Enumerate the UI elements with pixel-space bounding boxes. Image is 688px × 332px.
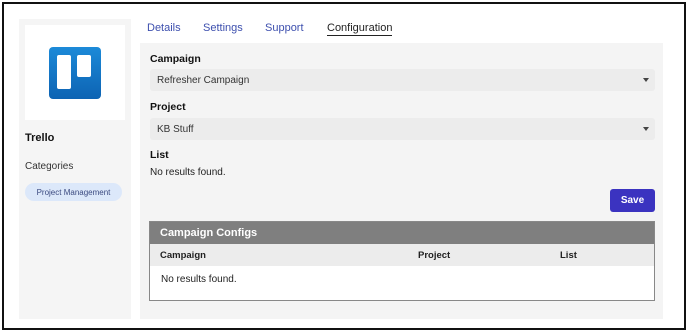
app-logo-container	[25, 25, 125, 120]
tab-settings[interactable]: Settings	[203, 22, 243, 34]
chevron-down-icon	[643, 127, 649, 131]
app-name: Trello	[25, 132, 55, 144]
column-header-list: List	[560, 250, 577, 261]
app-frame: Trello Categories Project Management Det…	[2, 2, 686, 330]
list-label: List	[150, 149, 169, 161]
categories-label: Categories	[25, 161, 74, 172]
campaign-select[interactable]: Refresher Campaign	[150, 69, 655, 91]
table-empty-text: No results found.	[161, 274, 237, 285]
tab-configuration[interactable]: Configuration	[327, 22, 393, 36]
tab-details[interactable]: Details	[147, 22, 181, 34]
column-header-project: Project	[418, 250, 451, 261]
app-sidebar: Trello Categories Project Management	[19, 19, 131, 319]
trello-logo-icon	[49, 46, 101, 99]
project-select[interactable]: KB Stuff	[150, 118, 655, 140]
table-header-row: Campaign Project List	[150, 244, 654, 266]
campaign-label: Campaign	[150, 53, 201, 65]
column-header-campaign: Campaign	[160, 250, 206, 261]
chevron-down-icon	[643, 78, 649, 82]
tab-support[interactable]: Support	[265, 22, 304, 34]
project-label: Project	[150, 101, 186, 113]
list-empty-text: No results found.	[150, 167, 226, 178]
campaign-configs-table: Campaign Configs Campaign Project List N…	[149, 221, 655, 301]
save-button[interactable]: Save	[610, 189, 655, 212]
category-chip[interactable]: Project Management	[25, 183, 122, 201]
campaign-select-value: Refresher Campaign	[157, 74, 250, 86]
configuration-panel: Campaign Refresher Campaign Project KB S…	[140, 43, 663, 319]
campaign-configs-title: Campaign Configs	[150, 222, 654, 244]
project-select-value: KB Stuff	[157, 123, 194, 135]
